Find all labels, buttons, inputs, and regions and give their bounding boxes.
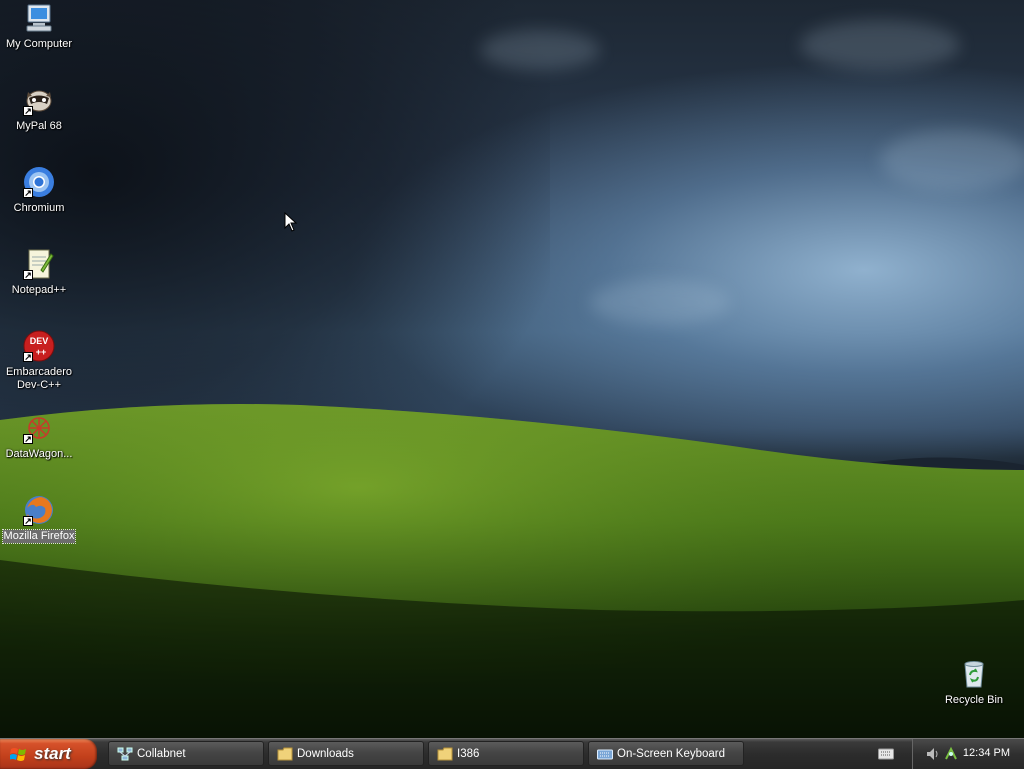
devcpp-icon: DEV ++ ↗ (23, 330, 55, 362)
keyboard-icon (597, 749, 613, 760)
desktop-icon-my-computer[interactable]: My Computer (0, 2, 78, 51)
notepad-icon: ↗ (23, 248, 55, 280)
svg-text:++: ++ (36, 347, 47, 357)
task-label: Collabnet (137, 748, 186, 760)
network-icon[interactable] (943, 746, 959, 762)
recycle-bin-icon (958, 658, 990, 690)
desktop-icon-chromium[interactable]: ↗ Chromium (0, 166, 78, 215)
system-tray: 12:34 PM (912, 739, 1024, 769)
taskbar-button-i386[interactable]: I386 (428, 741, 584, 766)
task-label: On-Screen Keyboard (617, 748, 726, 760)
speaker-icon[interactable] (925, 746, 941, 762)
desktop-icon-firefox[interactable]: ↗ Mozilla Firefox (0, 494, 78, 544)
start-button[interactable]: start (0, 739, 97, 769)
desktop[interactable]: My Computer ↗ MyPal 68 ↗ Chromium ↗ Note… (0, 0, 1024, 738)
desktop-icon-label: Mozilla Firefox (1, 529, 77, 544)
desktop-icon-datawagon[interactable]: ↗ DataWagon... (0, 412, 78, 461)
shortcut-arrow-icon: ↗ (23, 270, 33, 280)
shortcut-arrow-icon: ↗ (23, 106, 33, 116)
desktop-icon-label: Notepad++ (11, 284, 67, 296)
wallpaper-hills (0, 404, 1024, 738)
windows-logo-icon (10, 748, 26, 761)
taskbar: start Collabnet Downloads I386 On-Screen… (0, 738, 1024, 769)
datawagon-icon: ↗ (23, 412, 55, 444)
raccoon-icon: ↗ (23, 84, 55, 116)
desktop-icon-label: Recycle Bin (944, 694, 1004, 706)
desktop-icon-label: Chromium (13, 202, 65, 214)
network-icon (117, 747, 133, 761)
clock[interactable]: 12:34 PM (963, 747, 1010, 759)
task-label: Downloads (297, 748, 354, 760)
firefox-icon: ↗ (23, 494, 55, 526)
computer-icon (23, 2, 55, 34)
start-label: start (34, 744, 71, 763)
folder-icon (437, 747, 453, 761)
folder-icon (277, 747, 293, 761)
desktop-icon-label: DataWagon... (5, 448, 73, 460)
taskbar-button-collabnet[interactable]: Collabnet (108, 741, 264, 766)
shortcut-arrow-icon: ↗ (23, 434, 33, 444)
shortcut-arrow-icon: ↗ (23, 188, 33, 198)
keyboard-icon[interactable] (878, 747, 894, 761)
shortcut-arrow-icon: ↗ (23, 352, 33, 362)
desktop-icon-label: My Computer (5, 38, 73, 50)
svg-text:DEV: DEV (30, 336, 49, 346)
desktop-icon-recycle-bin[interactable]: Recycle Bin (935, 658, 1013, 707)
desktop-icon-devcpp[interactable]: DEV ++ ↗ Embarcadero Dev-C++ (0, 330, 78, 392)
mouse-cursor-icon (284, 212, 298, 232)
taskbar-button-on-screen-keyboard[interactable]: On-Screen Keyboard (588, 741, 744, 766)
task-label: I386 (457, 748, 480, 760)
desktop-icon-mypal[interactable]: ↗ MyPal 68 (0, 84, 78, 133)
shortcut-arrow-icon: ↗ (23, 516, 33, 526)
desktop-icon-label: MyPal 68 (16, 120, 62, 132)
taskbar-button-downloads[interactable]: Downloads (268, 741, 424, 766)
desktop-icon-label: Embarcadero Dev-C++ (5, 366, 73, 391)
desktop-icon-notepadpp[interactable]: ↗ Notepad++ (0, 248, 78, 297)
chromium-icon: ↗ (23, 166, 55, 198)
